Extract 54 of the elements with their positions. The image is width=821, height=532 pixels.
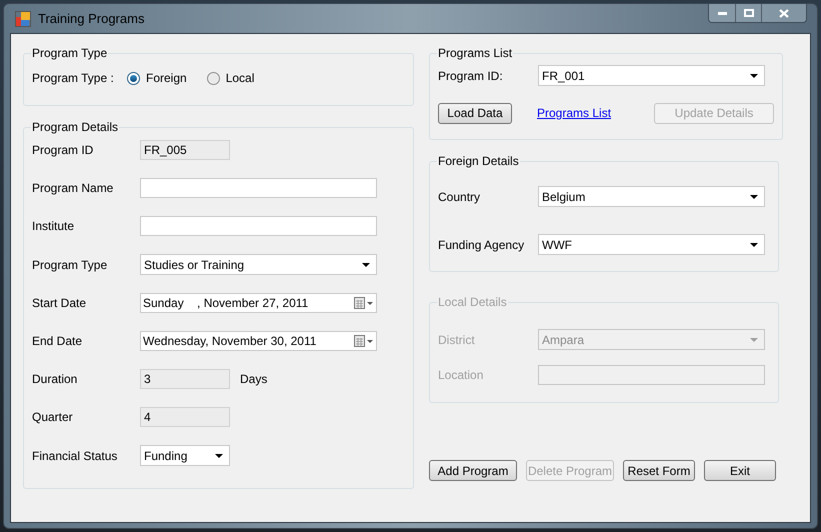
form-button[interactable]: Add Program <box>429 460 517 481</box>
radio-button[interactable]: Foreign <box>127 69 187 87</box>
input-field[interactable] <box>140 216 377 236</box>
dropdown-field[interactable]: FR_001 <box>538 65 765 86</box>
form-button[interactable]: Reset Form <box>623 460 695 481</box>
field-label: Funding Agency <box>438 236 526 254</box>
calendar-icon <box>354 335 374 347</box>
field-label: Program Name <box>32 180 114 197</box>
field-label: Duration <box>32 371 78 388</box>
field-label: Program ID <box>32 142 94 159</box>
field-label: Institute <box>32 218 76 235</box>
dropdown-arrow-icon <box>215 454 223 458</box>
group-title: Foreign Details <box>437 153 520 170</box>
dropdown-arrow-icon <box>362 262 370 266</box>
minimize-button[interactable] <box>709 4 736 22</box>
unit-label: Days <box>240 371 268 388</box>
field-label: District <box>438 332 476 348</box>
calendar-icon <box>354 297 374 309</box>
input-field[interactable]: 4 <box>140 407 230 427</box>
date-picker[interactable]: Sunday , November 27, 2011 <box>140 293 377 313</box>
dropdown-field[interactable]: Belgium <box>538 186 765 207</box>
window-title: Training Programs <box>38 10 144 28</box>
field-label: Financial Status <box>32 448 118 464</box>
field-label: Country <box>438 188 482 206</box>
app-icon <box>15 10 31 26</box>
field-label: Start Date <box>32 295 88 312</box>
close-icon <box>779 8 789 18</box>
group-title: Program Details <box>31 119 120 136</box>
field-label: Quarter <box>32 409 74 426</box>
form-button[interactable]: Exit <box>704 460 776 481</box>
dropdown-field[interactable]: Studies or Training <box>140 254 377 275</box>
group-title: Program Type <box>31 45 108 62</box>
dropdown-field[interactable]: WWF <box>538 234 765 255</box>
dropdown-arrow-icon <box>750 194 758 198</box>
field-label: Program Type : <box>32 70 115 87</box>
group-title: Local Details <box>437 294 508 311</box>
dropdown-field[interactable]: Funding <box>140 445 230 466</box>
dropdown-arrow-icon <box>750 242 758 246</box>
radio-button[interactable]: Local <box>206 69 254 87</box>
input-field[interactable]: 3 <box>140 369 230 389</box>
field-label: End Date <box>32 333 84 350</box>
field-label: Program Type <box>32 256 108 274</box>
load-button[interactable]: Load Data <box>438 102 512 124</box>
input-field[interactable] <box>140 178 377 198</box>
group-title: Programs List <box>437 45 514 62</box>
date-picker[interactable]: Wednesday, November 30, 2011 <box>140 331 377 351</box>
input-field[interactable]: FR_005 <box>140 140 230 160</box>
programs-list-link[interactable]: Programs List <box>537 104 612 122</box>
field-label: Program ID: <box>438 68 504 84</box>
field-label: Location <box>438 367 484 384</box>
close-button[interactable] <box>762 4 806 22</box>
maximize-button[interactable] <box>736 4 762 22</box>
dropdown-arrow-icon <box>750 338 758 342</box>
dropdown-arrow-icon <box>750 74 758 78</box>
